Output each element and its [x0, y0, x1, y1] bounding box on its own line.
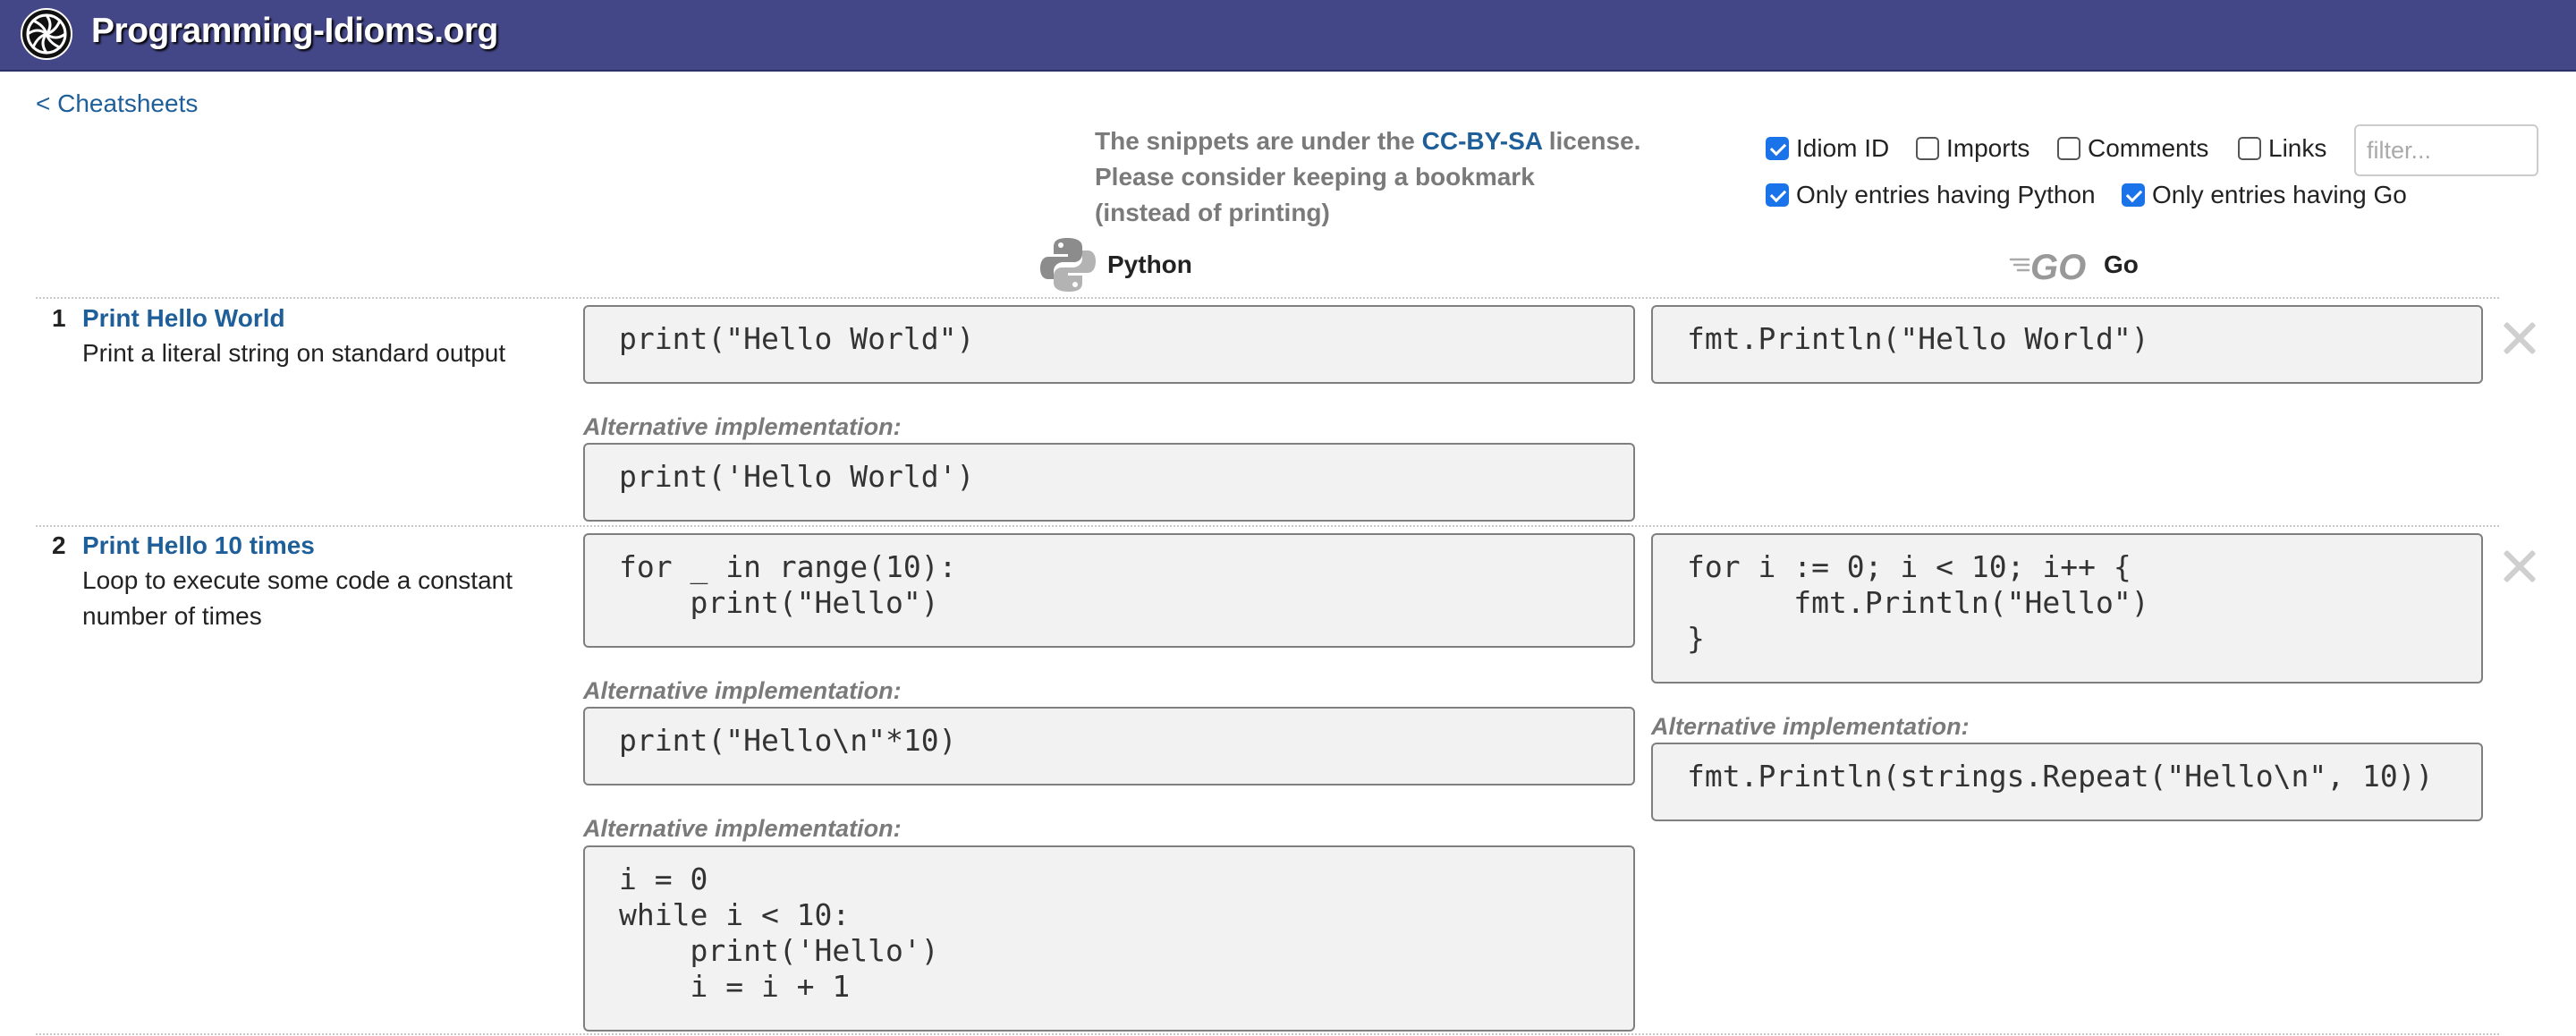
site-header: Programming-Idioms.org — [0, 0, 2576, 72]
imports-label: Imports — [1946, 134, 2030, 162]
alternative-implementation-label: Alternative implementation: — [583, 815, 902, 842]
links-checkbox[interactable] — [2238, 137, 2261, 160]
back-to-cheatsheets-link[interactable]: < Cheatsheets — [36, 89, 198, 118]
row-separator — [36, 297, 2499, 299]
alternative-implementation-label: Alternative implementation: — [583, 677, 902, 704]
only-go-label: Only entries having Go — [2152, 181, 2407, 208]
only-python-label: Only entries having Python — [1796, 181, 2096, 208]
python-alt-snippet[interactable]: i = 0 while i < 10: print('Hello') i = i… — [583, 845, 1635, 1032]
idiom-title-link[interactable]: Print Hello World — [82, 304, 285, 333]
idiom-description: Loop to execute some code a constant num… — [82, 563, 513, 634]
idiom-id-checkbox[interactable] — [1766, 137, 1789, 160]
comments-label: Comments — [2088, 134, 2209, 162]
license-link[interactable]: CC-BY-SA — [1422, 127, 1542, 155]
go-column-header: GO Go — [2009, 247, 2139, 283]
links-option[interactable]: Links — [2238, 134, 2326, 163]
go-alt-snippet[interactable]: fmt.Println(strings.Repeat("Hello\n", 10… — [1651, 743, 2483, 821]
go-column-title: Go — [2104, 251, 2139, 278]
only-go-option[interactable]: Only entries having Go — [2122, 181, 2407, 209]
python-alt-snippet[interactable]: print("Hello\n"*10) — [583, 707, 1635, 785]
idiom-description-line-1: Loop to execute some code a constant — [82, 566, 513, 594]
idiom-id-label: Idiom ID — [1796, 134, 1890, 162]
filter-input[interactable] — [2354, 124, 2538, 176]
python-alt-snippet[interactable]: print('Hello World') — [583, 443, 1635, 522]
python-snippet[interactable]: for _ in range(10): print("Hello") — [583, 533, 1635, 648]
site-title[interactable]: Programming-Idioms.org — [91, 12, 498, 51]
only-python-option[interactable]: Only entries having Python — [1766, 181, 2096, 209]
license-line-2: Please consider keeping a bookmark — [1095, 163, 1535, 191]
go-logo-icon: GO — [2009, 248, 2086, 283]
idiom-description-line-2: number of times — [82, 602, 262, 630]
idiom-title-link[interactable]: Print Hello 10 times — [82, 531, 315, 560]
links-label: Links — [2268, 134, 2327, 162]
python-column-title: Python — [1107, 251, 1192, 278]
row-separator — [36, 525, 2499, 527]
go-snippet[interactable]: fmt.Println("Hello World") — [1651, 305, 2483, 384]
license-note: The snippets are under the CC-BY-SA lice… — [1095, 123, 1739, 231]
comments-checkbox[interactable] — [2057, 137, 2080, 160]
row-separator — [36, 1033, 2499, 1035]
license-line-3: (instead of printing) — [1095, 199, 1330, 226]
license-prefix: The snippets are under the — [1095, 127, 1422, 155]
comments-option[interactable]: Comments — [2057, 134, 2208, 163]
alternative-implementation-label: Alternative implementation: — [1651, 713, 1970, 740]
only-go-checkbox[interactable] — [2122, 183, 2145, 207]
imports-checkbox[interactable] — [1916, 137, 1939, 160]
alternative-implementation-label: Alternative implementation: — [583, 413, 902, 440]
hide-idiom-button[interactable] — [2502, 321, 2536, 355]
license-suffix: license. — [1541, 127, 1641, 155]
only-python-checkbox[interactable] — [1766, 183, 1789, 207]
svg-text:GO: GO — [2030, 248, 2086, 283]
imports-option[interactable]: Imports — [1916, 134, 2029, 163]
hide-idiom-button[interactable] — [2502, 549, 2536, 583]
python-logo-icon — [1040, 238, 1096, 292]
python-column-header: Python — [1038, 234, 1192, 295]
programming-idioms-logo-icon[interactable] — [20, 7, 73, 61]
idiom-id-option[interactable]: Idiom ID — [1766, 134, 1889, 163]
idiom-description: Print a literal string on standard outpu… — [82, 339, 506, 367]
idiom-number: 1 — [52, 304, 66, 332]
go-snippet[interactable]: for i := 0; i < 10; i++ { fmt.Println("H… — [1651, 533, 2483, 684]
idiom-number: 2 — [52, 531, 66, 559]
python-snippet[interactable]: print("Hello World") — [583, 305, 1635, 384]
